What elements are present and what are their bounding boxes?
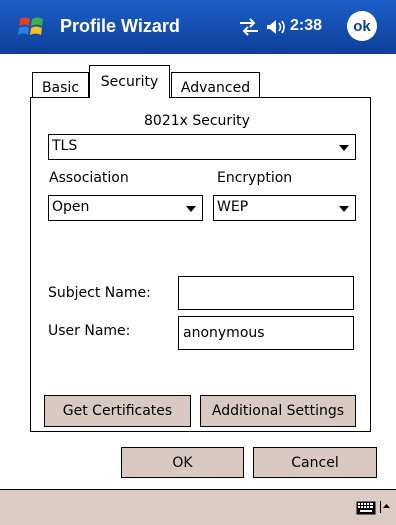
chevron-down-icon	[339, 206, 349, 212]
user-name-label: User Name:	[48, 323, 131, 339]
keyboard-icon[interactable]	[356, 501, 376, 515]
title-bar: Profile Wizard 2:38 ok	[0, 0, 396, 54]
security-section-label: 8021x Security	[144, 113, 250, 129]
get-certificates-button[interactable]: Get Certificates	[44, 395, 191, 427]
tab-basic-label: Basic	[41, 79, 80, 96]
tab-security[interactable]: Security	[89, 65, 170, 98]
sip-up-arrow-icon[interactable]	[380, 501, 390, 513]
menu-bar	[0, 489, 396, 525]
security-type-dropdown[interactable]: TLS	[48, 134, 356, 160]
additional-settings-button[interactable]: Additional Settings	[200, 395, 356, 427]
user-name-value: anonymous	[183, 325, 265, 341]
encryption-dropdown[interactable]: WEP	[213, 195, 356, 221]
subject-name-field[interactable]	[178, 276, 354, 310]
encryption-value: WEP	[217, 199, 249, 215]
cancel-button[interactable]: Cancel	[253, 447, 377, 478]
title-ok-button[interactable]: ok	[347, 11, 377, 41]
ok-button[interactable]: OK	[121, 447, 244, 478]
window-title: Profile Wizard	[60, 16, 180, 36]
chevron-down-icon	[186, 206, 196, 212]
windows-start-icon[interactable]	[18, 13, 46, 41]
tab-advanced-label: Advanced	[180, 79, 251, 96]
network-icon[interactable]	[238, 18, 260, 36]
encryption-label: Encryption	[217, 170, 293, 186]
volume-icon[interactable]	[264, 17, 288, 37]
chevron-down-icon	[339, 145, 349, 151]
clock: 2:38	[290, 17, 323, 34]
association-label: Association	[49, 170, 129, 186]
association-value: Open	[52, 199, 90, 215]
tab-security-label: Security	[100, 74, 159, 90]
subject-name-label: Subject Name:	[48, 285, 151, 301]
user-name-field[interactable]: anonymous	[178, 316, 354, 350]
security-type-value: TLS	[52, 138, 78, 154]
association-dropdown[interactable]: Open	[48, 195, 203, 221]
